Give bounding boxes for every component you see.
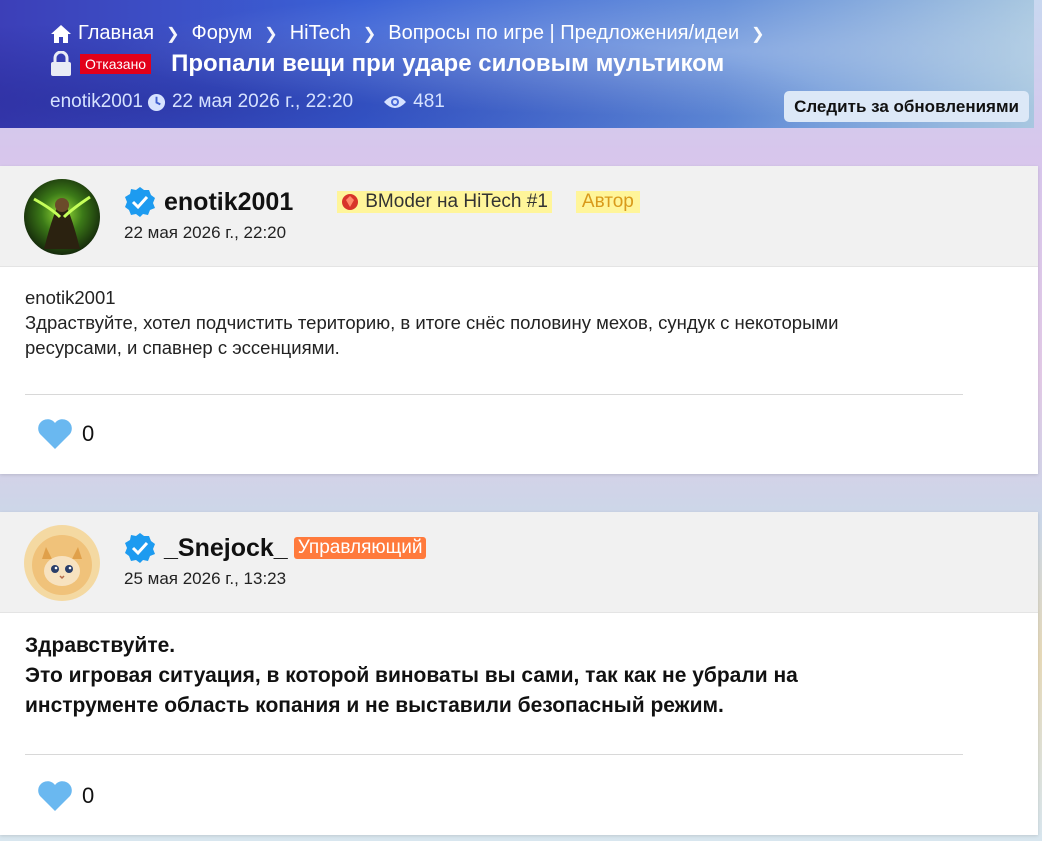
view-count: 481 <box>413 91 445 112</box>
like-row: 0 <box>37 418 94 450</box>
page-title: Пропали вещи при ударе силовым мультиком <box>171 50 725 77</box>
avatar[interactable] <box>24 179 100 255</box>
divider <box>25 754 963 755</box>
thread-meta: enotik2001 22 мая 2026 г., 22:20 481 <box>50 91 445 113</box>
title-row: Отказано Пропали вещи при ударе силовым … <box>50 50 724 78</box>
thread-header: Главная ❯ Форум ❯ HiTech ❯ Вопросы по иг… <box>0 0 1034 128</box>
verified-icon <box>125 187 155 217</box>
post-body: enotik2001 Здраствуйте, хотел подчистить… <box>0 267 1038 360</box>
thread-author[interactable]: enotik2001 <box>50 91 143 113</box>
post-line: Здравствуйте. <box>25 634 176 657</box>
post-date[interactable]: 25 мая 2026 г., 13:23 <box>124 569 286 589</box>
user-row: enotik2001 BModer на HiTech #1 Автор <box>124 186 640 218</box>
post-line: ресурсами, и спавнер с эссенциями. <box>25 337 340 358</box>
thread-date: 22 мая 2026 г., 22:20 <box>171 91 354 112</box>
breadcrumb: Главная ❯ Форум ❯ HiTech ❯ Вопросы по иг… <box>50 22 777 45</box>
rank-badge-label: BModer на HiTech #1 <box>365 191 548 212</box>
like-row: 0 <box>37 780 94 812</box>
home-icon[interactable] <box>50 24 72 44</box>
post: _Snejock_ Управляющий 25 мая 2026 г., 13… <box>0 512 1038 835</box>
rank-badge: BModer на HiTech #1 <box>337 191 552 213</box>
chevron-right-icon: ❯ <box>751 25 765 43</box>
breadcrumb-home[interactable]: Главная <box>78 22 154 45</box>
follow-button[interactable]: Следить за обновлениями <box>784 91 1029 122</box>
post-header: enotik2001 BModer на HiTech #1 Автор 22 … <box>0 166 1038 267</box>
post-date[interactable]: 22 мая 2026 г., 22:20 <box>124 223 286 243</box>
verified-icon <box>125 533 155 563</box>
breadcrumb-forum[interactable]: Форум <box>192 22 253 45</box>
status-badge: Отказано <box>80 54 152 74</box>
divider <box>25 394 963 395</box>
author-badge: Автор <box>575 191 640 213</box>
like-count: 0 <box>82 421 95 446</box>
post-line: Здраствуйте, хотел подчистить територию,… <box>25 312 839 333</box>
avatar[interactable] <box>24 525 100 601</box>
heart-icon[interactable] <box>37 780 73 812</box>
post-header: _Snejock_ Управляющий 25 мая 2026 г., 13… <box>0 512 1038 613</box>
post: enotik2001 BModer на HiTech #1 Автор 22 … <box>0 166 1038 474</box>
eye-icon <box>384 96 407 108</box>
chevron-right-icon: ❯ <box>166 25 180 43</box>
breadcrumb-hitech[interactable]: HiTech <box>290 22 351 45</box>
like-count: 0 <box>82 783 95 808</box>
user-row: _Snejock_ Управляющий <box>124 532 427 564</box>
username[interactable]: _Snejock_ <box>164 534 288 563</box>
chevron-right-icon: ❯ <box>264 25 278 43</box>
chevron-right-icon: ❯ <box>362 25 377 43</box>
username[interactable]: enotik2001 <box>164 188 293 217</box>
post-line: инструменте область копания и не выстави… <box>25 694 724 717</box>
heart-icon[interactable] <box>37 418 73 450</box>
post-body: Здравствуйте. Это игровая ситуация, в ко… <box>0 613 1038 721</box>
lock-icon <box>51 51 71 76</box>
breadcrumb-section[interactable]: Вопросы по игре | Предложения/идеи <box>388 22 739 45</box>
post-line: Это игровая ситуация, в которой виноваты… <box>25 664 798 687</box>
gem-icon <box>342 194 359 210</box>
manager-badge: Управляющий <box>293 537 427 559</box>
post-line: enotik2001 <box>25 287 116 308</box>
clock-icon <box>147 93 166 111</box>
